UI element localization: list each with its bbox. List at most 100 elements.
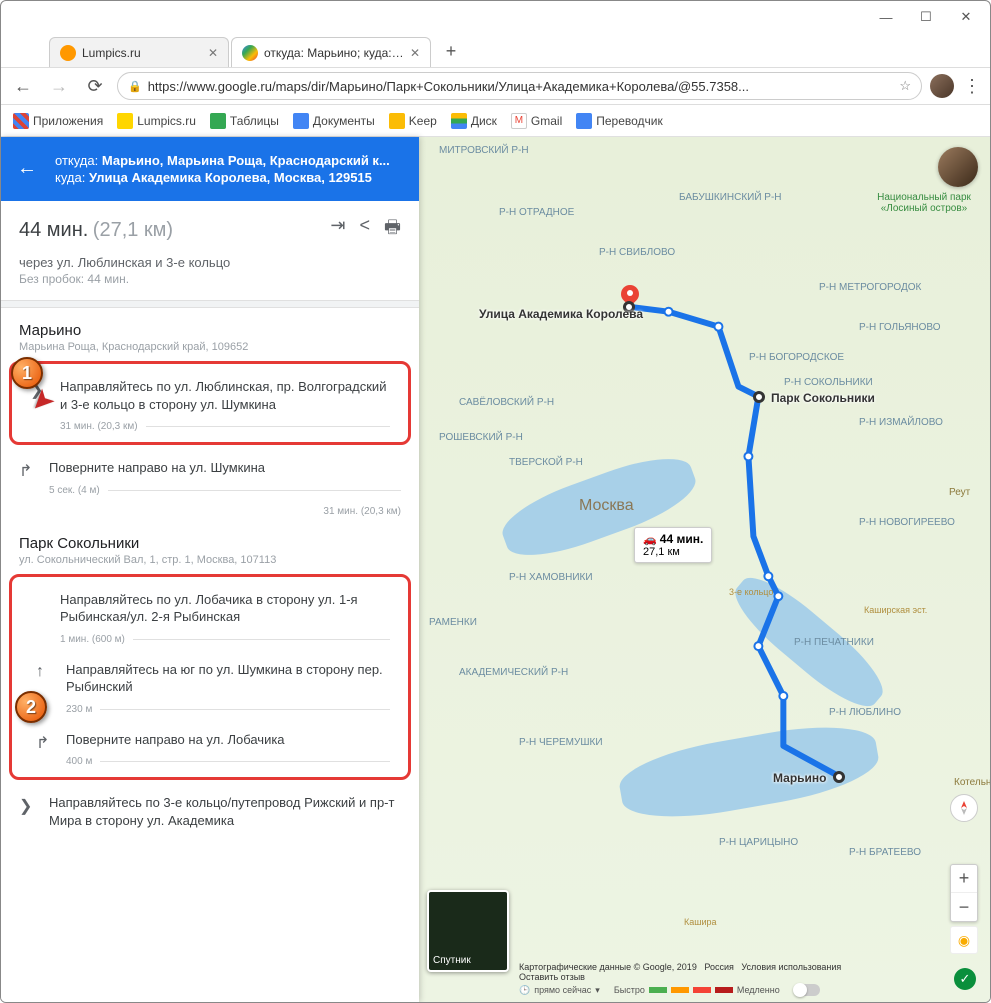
drive-icon [451,113,467,129]
via-text: через ул. Люблинская и 3-е кольцо [1,255,419,272]
total-distance: (27,1 км) [93,219,173,241]
satellite-toggle[interactable]: Спутник [427,890,509,972]
to-line: куда: Улица Академика Королева, Москва, … [55,170,401,185]
terms-link[interactable]: Условия использования [741,962,841,972]
sheets-icon [210,113,226,129]
district-label: Р-Н МЕТРОГОРОДОК [819,282,921,293]
reload-button[interactable]: ⟳ [81,76,109,97]
highlighted-step-1: ❯ Направляйтесь по ул. Люблинская, пр. В… [9,361,411,445]
chevron-down-icon [30,591,60,645]
direction-step[interactable]: ❯ Направляйтесь по 3-е кольцо/путепровод… [1,784,419,835]
step-meta: 5 сек. (4 м) [49,485,401,496]
district-label: Р-Н СОКОЛЬНИКИ [784,377,873,388]
zoom-in-button[interactable]: + [951,865,977,893]
district-label: Р-Н ЛЮБЛИНО [829,707,901,718]
step-text: Направляйтесь по ул. Люблинская, пр. Вол… [60,378,390,413]
bookmark-item[interactable]: Документы [293,113,375,129]
waypoint-label: Парк Сокольники [771,391,875,405]
turn-right-icon: ↱ [36,731,66,768]
bookmark-item[interactable]: Таблицы [210,113,279,129]
segment-total: 31 мин. (20,3 км) [1,502,419,521]
tab-google-maps[interactable]: откуда: Марьино; куда: Улица А ✕ [231,37,431,67]
district-label: Р-Н НОВОГИРЕЕВО [859,517,955,528]
zoom-control: + − [950,864,978,922]
road-label: 3-е кольцо [729,587,773,597]
district-label: Р-Н СВИБЛОВО [599,247,675,258]
share-icon[interactable]: < [359,215,370,245]
route-polyline [419,137,990,1002]
gmail-icon: M [511,113,527,129]
feedback-link[interactable]: Оставить отзыв [519,972,585,982]
bookmark-star-icon[interactable]: ☆ [899,78,911,94]
back-arrow-icon[interactable]: ← [17,157,37,180]
district-label: Р-Н ЦАРИЦЫНО [719,837,798,848]
tab-lumpics[interactable]: Lumpics.ru ✕ [49,37,229,67]
browser-window: — ☐ ✕ Lumpics.ru ✕ откуда: Марьино; куда… [0,0,991,1003]
step-meta: 400 м [66,756,390,767]
district-label: Р-Н ИЗМАЙЛОВО [859,417,943,428]
district-label: Котельн [954,777,990,788]
road-label: Каширская эст. [864,605,927,615]
legend-slow: Медленно [737,985,780,995]
legend-bar [715,987,733,993]
direction-step[interactable]: Направляйтесь по ул. Лобачика в сторону … [12,581,408,651]
direction-substep[interactable]: ↑ Направляйтесь на юг по ул. Шумкина в с… [12,651,408,721]
step-meta: 230 м [66,704,390,715]
maximize-button[interactable]: ☐ [906,3,946,31]
step-text: Направляйтесь по ул. Лобачика в сторону … [60,591,390,626]
district-label: Р-Н ОТРАДНОЕ [499,207,574,218]
map-profile-avatar[interactable] [938,147,978,187]
new-tab-button[interactable]: + [437,37,465,65]
forward-button[interactable]: → [45,76,73,97]
compass-button[interactable] [950,794,978,822]
zoom-out-button[interactable]: − [951,893,977,921]
profile-avatar[interactable] [930,74,954,98]
lock-icon: 🔒 [128,80,142,93]
legend-now[interactable]: прямо сейчас [534,985,591,995]
sat-label: Спутник [433,955,471,966]
apps-button[interactable]: Приложения [13,113,103,129]
print-icon[interactable]: 🖶 [384,215,401,245]
car-icon: 🚗 [643,534,657,546]
tab-close-icon[interactable]: ✕ [208,46,218,60]
start-dot[interactable] [833,771,845,783]
bookmark-item[interactable]: Lumpics.ru [117,113,196,129]
legend-bar [693,987,711,993]
bookmark-item[interactable]: MGmail [511,113,562,129]
direction-step[interactable]: ❯ Направляйтесь по ул. Люблинская, пр. В… [12,368,408,438]
legend-fast: Быстро [614,985,645,995]
pegman-button[interactable]: ◉ [950,926,978,954]
url-input[interactable]: 🔒 https://www.google.ru/maps/dir/Марьино… [117,72,922,100]
bookmark-item[interactable]: Keep [389,113,437,129]
back-button[interactable]: ← [9,76,37,97]
minimize-button[interactable]: — [866,3,906,31]
direction-step[interactable]: ↱ Поверните направо на ул. Шумкина 5 сек… [1,449,419,502]
steps-list[interactable]: Марьино Марьина Роща, Краснодарский край… [1,308,419,1002]
send-to-phone-icon[interactable]: ⇥ [330,215,345,245]
bookmark-item[interactable]: Диск [451,113,497,129]
directions-panel: ← откуда: Марьино, Марьина Роща, Краснод… [1,137,419,1002]
waypoint-name: Парк Сокольники [19,535,401,552]
district-label: ТВЕРСКОЙ Р-Н [509,457,583,468]
park-label: Национальный парк «Лосиный остров» [874,192,974,214]
address-bar: ← → ⟳ 🔒 https://www.google.ru/maps/dir/М… [1,67,990,105]
district-label: Р-Н ХАМОВНИКИ [509,572,593,583]
map-footer: 🕒 прямо сейчас ▾ Быстро Медленно [519,984,940,996]
waypoint-dot[interactable] [753,391,765,403]
traffic-toggle[interactable] [794,984,820,996]
route-info-box[interactable]: 🚗 44 мин.27,1 км [634,527,712,563]
tab-title: Lumpics.ru [82,46,202,60]
status-ok-icon[interactable]: ✓ [954,968,976,990]
step-meta: 31 мин. (20,3 км) [60,421,390,432]
district-label: Р-Н БРАТЕЕВО [849,847,921,858]
district-label: Р-Н ЧЕРЕМУШКИ [519,737,603,748]
translate-icon [576,113,592,129]
map-canvas[interactable]: Улица Академика Королева Парк Сокольники… [419,137,990,1002]
bookmark-item[interactable]: Переводчик [576,113,663,129]
route-header: ← откуда: Марьино, Марьина Роща, Краснод… [1,137,419,201]
step-text: Направляйтесь по 3-е кольцо/путепровод Р… [49,794,401,829]
close-window-button[interactable]: ✕ [946,3,986,31]
tab-close-icon[interactable]: ✕ [410,46,420,60]
menu-button[interactable]: ⋮ [962,76,982,97]
direction-substep[interactable]: ↱ Поверните направо на ул. Лобачика 400 … [12,721,408,774]
